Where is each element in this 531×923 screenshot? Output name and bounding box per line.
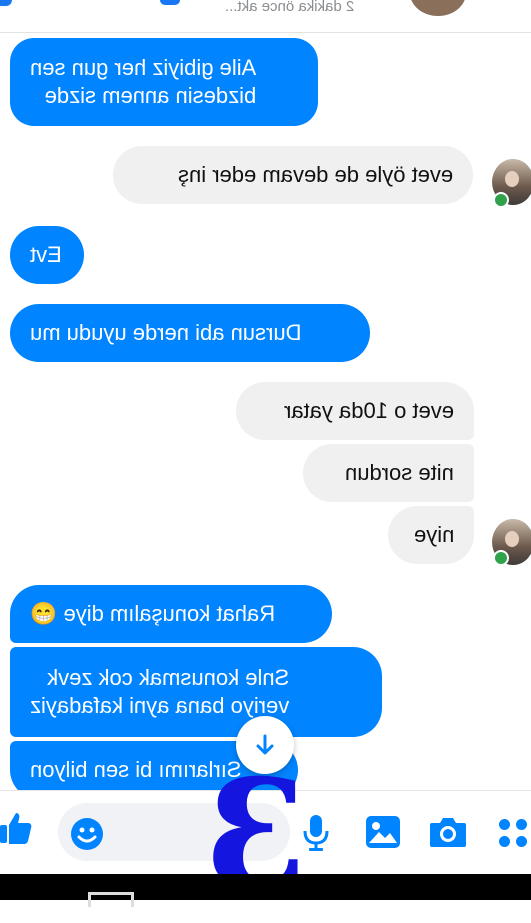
more-apps-icon[interactable] xyxy=(497,817,529,849)
message-text: Evt xyxy=(30,242,62,267)
message-text: Aile gibiyiz her gun sen bizdesin annem … xyxy=(30,55,257,108)
camera-icon[interactable] xyxy=(429,816,467,848)
online-status-dot xyxy=(493,192,509,208)
back-arrow-icon[interactable] xyxy=(0,0,12,6)
message-text: evet öyle de devam eder inş xyxy=(177,162,453,187)
message-received[interactable]: Snle konusmak cok zevk veriyo bana ayni … xyxy=(10,647,382,737)
conversation-header: 2 dakika önce akt... xyxy=(0,0,531,33)
message-received[interactable]: Aile gibiyiz her gun sen bizdesin annem … xyxy=(10,38,318,126)
message-received[interactable]: Dursun abi nerde uyudu mu xyxy=(10,304,370,362)
message-sent[interactable]: niye xyxy=(388,506,474,564)
active-status-text: 2 dakika önce akt... xyxy=(225,0,355,15)
message-received[interactable]: Evt xyxy=(10,226,84,284)
contact-avatar[interactable] xyxy=(410,0,466,16)
call-icon[interactable] xyxy=(160,0,180,5)
gallery-icon[interactable] xyxy=(365,815,401,849)
message-sent[interactable]: evet o 10da yatar xyxy=(236,382,474,440)
message-text: Rahat konuşalım diye 😁 xyxy=(30,601,276,626)
message-sent[interactable]: evet öyle de devam eder inş xyxy=(113,146,473,204)
like-icon[interactable] xyxy=(0,811,32,847)
message-list[interactable]: Aile gibiyiz her gun sen bizdesin annem … xyxy=(0,32,531,799)
message-text: Dursun abi nerde uyudu mu xyxy=(30,320,302,345)
message-text: evet o 10da yatar xyxy=(283,398,454,423)
message-received[interactable]: Rahat konuşalım diye 😁 xyxy=(10,585,332,643)
message-text: niye xyxy=(413,522,454,547)
message-text: nite sordun xyxy=(345,460,454,485)
message-text: Snle konusmak cok zevk veriyo bana ayni … xyxy=(30,665,290,718)
message-sent[interactable]: nite sordun xyxy=(303,444,474,502)
online-status-dot xyxy=(493,550,509,566)
emoji-icon[interactable] xyxy=(70,817,104,851)
system-navigation-bar xyxy=(0,874,531,907)
